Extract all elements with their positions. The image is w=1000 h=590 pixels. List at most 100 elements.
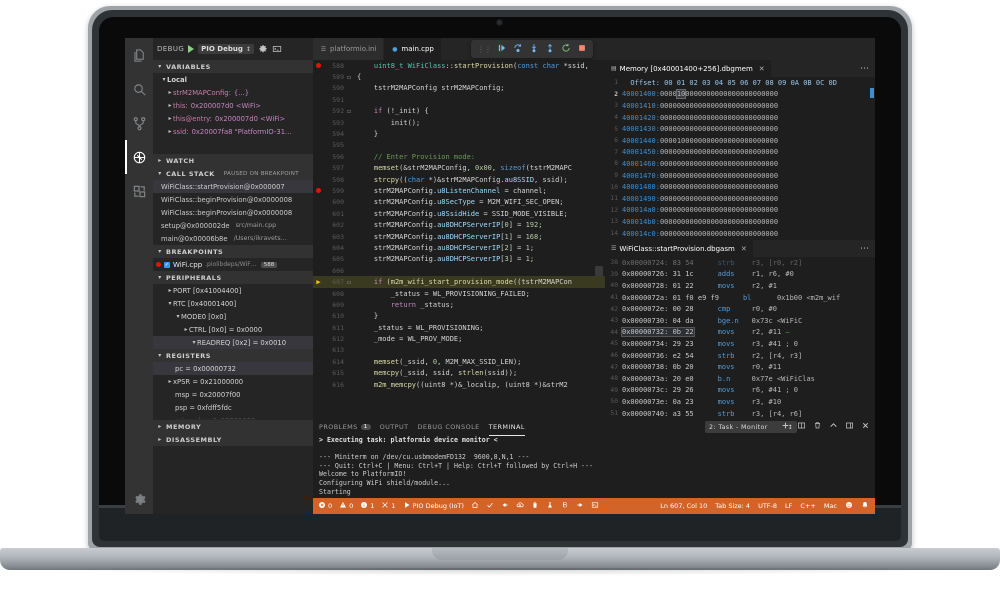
memory-byte[interactable]: 00 [685,160,693,168]
memory-byte[interactable]: 00 [753,102,761,110]
memory-byte[interactable]: 00 [694,160,702,168]
status-item-feedback[interactable] [845,501,853,511]
memory-byte[interactable]: 00 [736,148,744,156]
memory-byte[interactable]: 00 [727,172,735,180]
memory-byte[interactable]: 00 [719,218,727,226]
close-icon[interactable] [861,421,870,432]
tab-problems[interactable]: PROBLEMS 1 [319,418,371,436]
memory-byte[interactable]: 00 [753,160,761,168]
code-line[interactable]: 596 // Enter Provision mode: [313,151,605,162]
status-item-pio-test[interactable] [546,501,554,511]
memory-byte[interactable]: 00 [753,148,761,156]
section-header-peripherals[interactable]: ▾ PERIPHERALS [153,271,313,284]
disassembly-row[interactable]: 420x0000072e: 00 28cmpr0, #0 [605,303,875,315]
terminal-output[interactable]: > Executing task: platformio device moni… [319,436,869,498]
close-icon[interactable]: ✕ [741,245,747,253]
memory-byte[interactable]: 00 [660,125,668,133]
section-header-memory[interactable]: ▸ MEMORY [153,420,313,433]
memory-byte[interactable]: 00 [685,230,693,238]
memory-byte[interactable]: 00 [727,183,735,191]
memory-byte[interactable]: 00 [677,125,685,133]
memory-byte[interactable]: 00 [711,160,719,168]
tab-debug-console[interactable]: DEBUG CONSOLE [418,418,480,436]
memory-byte[interactable]: 00 [744,125,752,133]
code-line[interactable]: 602 strM2MAPConfig.au8DHCPServerIP[0] = … [313,219,605,230]
status-item-debug-target[interactable]: PIO Debug (IoT) [403,501,464,511]
memory-byte[interactable]: 00 [761,125,769,133]
memory-byte[interactable]: 00 [761,172,769,180]
tab-disassembly[interactable]: ☰ WiFiClass::startProvision.dbgasm ✕ [605,240,753,257]
memory-byte[interactable]: 00 [753,125,761,133]
status-item-pio-serial-monitor[interactable] [561,501,569,511]
code-line[interactable]: 595 [313,140,605,151]
continue-icon[interactable] [497,43,507,55]
memory-byte[interactable]: 00 [668,218,676,226]
code-line[interactable]: 589◻{ [313,71,605,82]
memory-byte[interactable]: 00 [668,195,676,203]
memory-row[interactable]: 540001430: 00 00 00 00 00 00 00 00 00 00… [605,123,875,135]
memory-byte[interactable]: 00 [711,102,719,110]
breakpoint-gutter[interactable] [313,187,324,195]
memory-row[interactable]: 440001420: 00 00 00 00 00 00 00 00 00 00… [605,112,875,124]
memory-byte[interactable]: 00 [660,160,668,168]
memory-byte[interactable]: 00 [677,160,685,168]
memory-byte[interactable]: 00 [753,218,761,226]
breakpoint-dot-icon[interactable] [316,188,321,193]
memory-byte[interactable]: 00 [711,114,719,122]
memory-byte[interactable]: 00 [719,114,727,122]
status-item-indentation[interactable]: Tab Size: 4 [715,502,750,510]
status-item-pio-upload-ota[interactable] [516,501,524,511]
memory-byte[interactable]: 00 [660,148,668,156]
memory-byte[interactable]: 00 [668,172,676,180]
memory-byte[interactable]: 00 [736,218,744,226]
memory-byte[interactable]: 00 [685,102,693,110]
memory-byte[interactable]: 00 [736,137,744,145]
layout-icon[interactable] [845,421,854,432]
tree-item[interactable]: ▾ READREQ [0x2] = 0x0010 [153,336,313,349]
memory-byte[interactable]: 00 [761,183,769,191]
memory-byte[interactable]: 00 [685,148,693,156]
fold-icon[interactable]: ◻ [344,108,354,115]
sidebar-item-search[interactable] [125,72,153,106]
memory-byte[interactable]: 00 [753,195,761,203]
memory-byte[interactable]: 00 [660,102,668,110]
list-item[interactable]: ▸ this: 0x200007d0 <WiFi> [153,99,313,112]
memory-byte[interactable]: 00 [727,90,735,98]
disassembly-row[interactable]: 400x00000728: 01 22movsr2, #1 [605,280,875,292]
memory-byte[interactable]: 00 [677,114,685,122]
memory-byte[interactable]: 00 [677,230,685,238]
list-item[interactable]: ▸ ssid: 0x20007fa8 "PlatformIO-31… [153,125,313,138]
memory-byte[interactable]: 00 [744,206,752,214]
memory-byte[interactable]: 00 [736,230,744,238]
tree-item[interactable]: ▾ RTC [0x40001400] [153,297,313,310]
memory-byte[interactable]: 00 [668,102,676,110]
more-actions-icon[interactable]: ⋯ [860,244,870,254]
memory-byte[interactable]: 00 [711,125,719,133]
memory-byte[interactable]: 00 [677,102,685,110]
memory-byte[interactable]: 00 [685,172,693,180]
memory-byte[interactable]: 00 [702,148,710,156]
memory-byte[interactable]: 10 [677,90,685,98]
table-row[interactable]: primask = 0x00000000 [153,414,313,420]
code-line[interactable]: 604 strM2MAPConfig.au8DHCPServerIP[2] = … [313,242,605,253]
memory-byte[interactable]: 00 [753,90,761,98]
code-line[interactable]: 605 strM2MAPConfig.au8DHCPServerIP[3] = … [313,254,605,265]
memory-byte[interactable]: 00 [736,90,744,98]
memory-byte[interactable]: 00 [770,114,778,122]
memory-byte[interactable]: 00 [711,230,719,238]
memory-byte[interactable]: 00 [719,148,727,156]
memory-byte[interactable]: 00 [736,125,744,133]
table-row[interactable]: main@0x00006b8e /Users/ikravets… [153,232,313,245]
tab-platformio-ini[interactable]: ☰ platformio.ini [313,38,384,60]
tree-item[interactable]: ▸ CTRL [0x0] = 0x0000 [153,323,313,336]
code-editor[interactable]: 588 uint8_t WiFiClass::startProvision(co… [313,60,605,418]
memory-byte[interactable]: 00 [685,183,693,191]
memory-byte[interactable]: 00 [761,230,769,238]
code-line[interactable]: 590 tstrM2MAPConfig strM2MAPConfig; [313,83,605,94]
memory-row[interactable]: 740001450: 00 00 00 00 00 00 00 00 00 00… [605,147,875,159]
memory-byte[interactable]: 00 [770,195,778,203]
memory-row[interactable]: 640001440: 00 00 10 00 00 00 00 00 00 00… [605,135,875,147]
memory-byte[interactable]: 00 [685,125,693,133]
status-item-infos[interactable]: 1 [360,501,374,511]
memory-byte[interactable]: 00 [753,230,761,238]
